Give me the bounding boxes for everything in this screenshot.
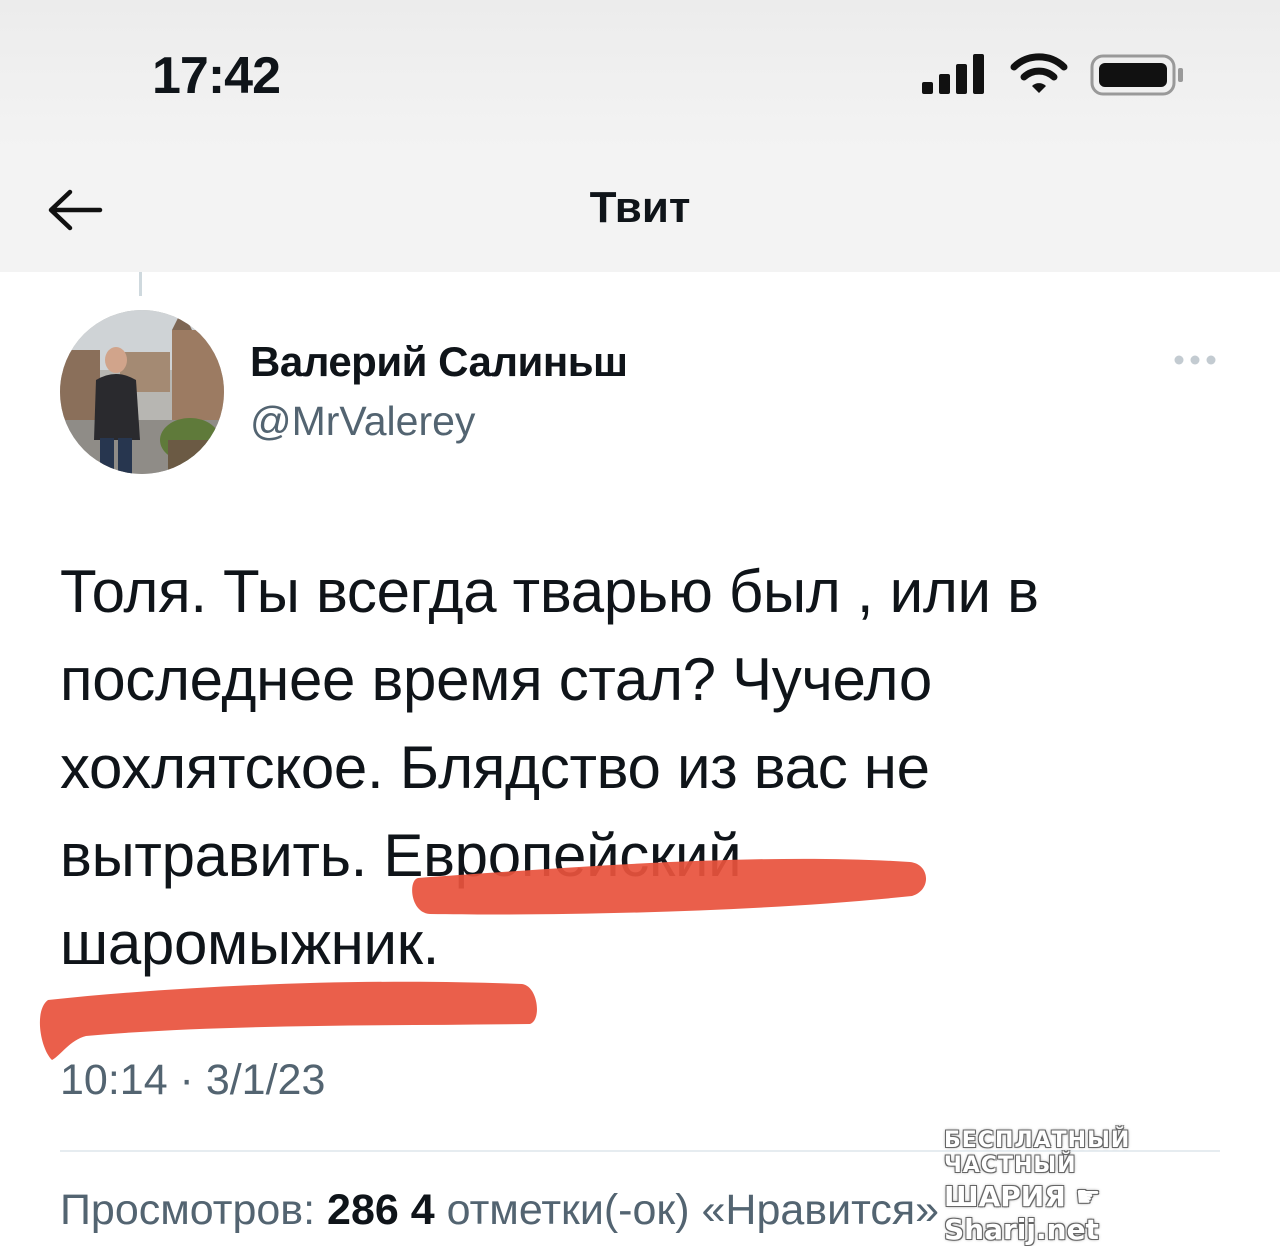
battery-icon [1090,54,1183,96]
author-handle[interactable]: @MrValerey [250,398,475,445]
thread-connector-line [139,272,142,296]
pointing-hand-icon: ☛ [1075,1180,1101,1213]
watermark-text-a: ШАРИЯ [944,1180,1066,1213]
page-title: Твит [589,183,691,232]
author-avatar[interactable] [60,310,224,474]
more-options-icon[interactable] [1172,350,1218,370]
views-label: Просмотров: [60,1186,316,1234]
watermark: БЕСПЛАТНЫЙ ЧАСТНЫЙ ШАРИЯ ☛ Sharij.net [944,1128,1250,1246]
watermark-line-2: ШАРИЯ ☛ Sharij.net [944,1180,1250,1246]
author-name[interactable]: Валерий Салиньш [250,338,628,386]
wifi-icon [1010,53,1068,93]
status-time: 17:42 [152,47,281,105]
tweet-stats: Просмотров: 286 4 отметки(-ок) «Нравится… [60,1186,939,1235]
tweet-text: Толя. Ты всегда тварью был , или в после… [60,558,1039,977]
likes-count[interactable]: 4 [411,1186,435,1234]
tweet-timestamp[interactable]: 10:14 · 3/1/23 [60,1056,325,1105]
views-count[interactable]: 286 [327,1186,399,1234]
likes-label[interactable]: отметки(-ок) «Нравится» [447,1186,939,1234]
highlight-stroke-2 [39,981,537,1060]
status-bar: 17:42 [0,0,1280,150]
watermark-line-1: БЕСПЛАТНЫЙ ЧАСТНЫЙ [944,1128,1131,1178]
cellular-signal-icon [922,54,984,94]
